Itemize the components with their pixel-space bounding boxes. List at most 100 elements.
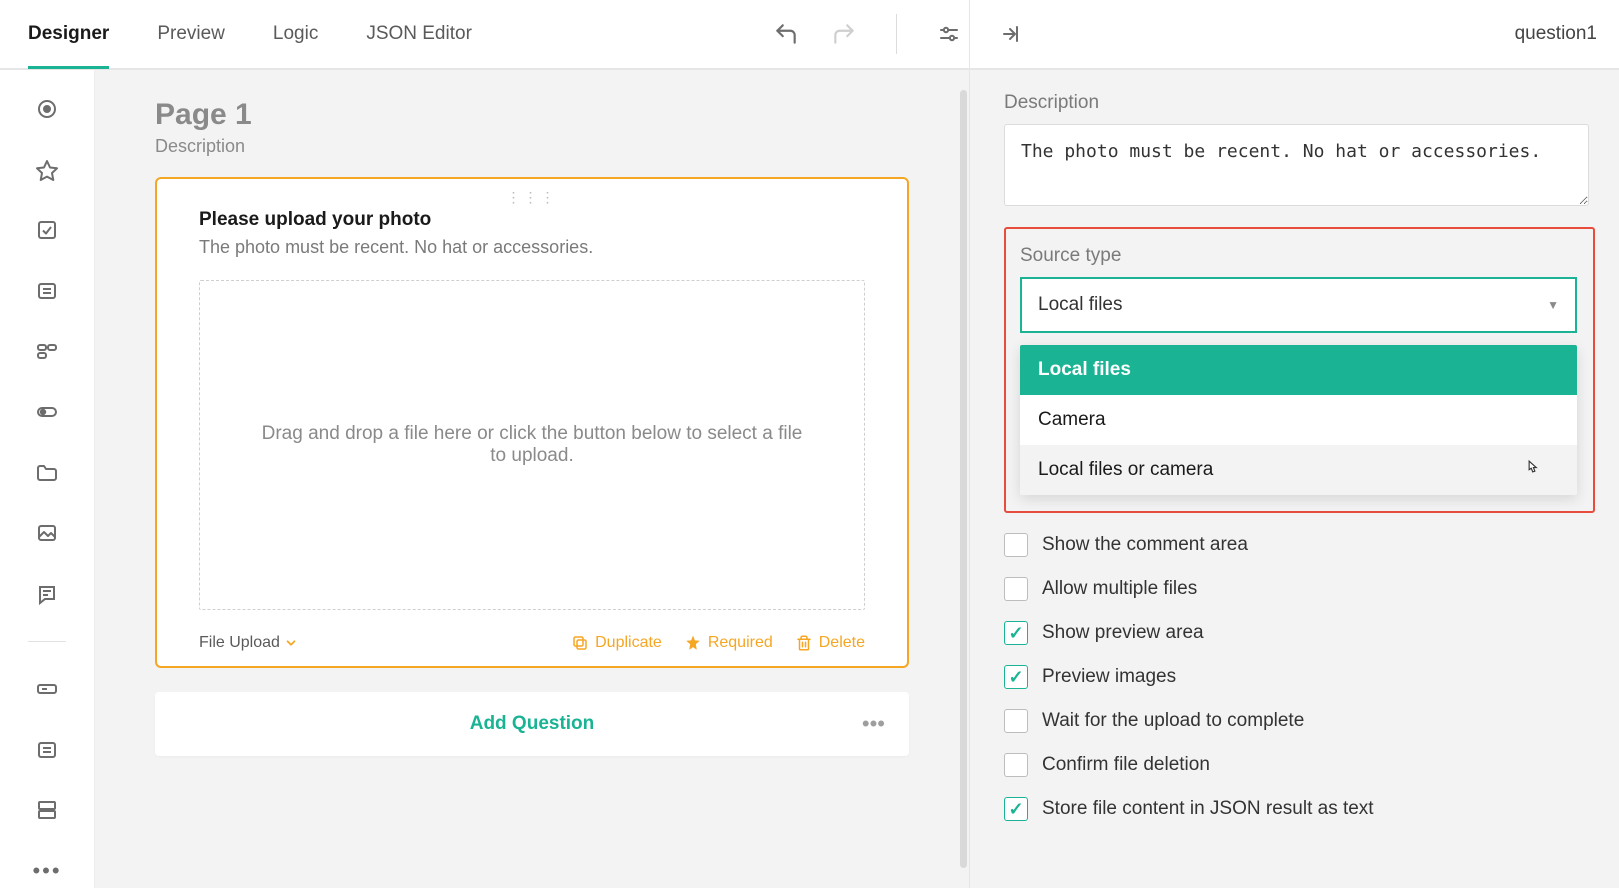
- top-actions: [766, 14, 969, 54]
- add-question-label: Add Question: [470, 713, 595, 735]
- option-local-or-camera-label: Local files or camera: [1038, 459, 1213, 480]
- checkbox[interactable]: [1004, 665, 1028, 689]
- tool-comment[interactable]: [27, 576, 67, 611]
- checkbox-list: Show the comment area Allow multiple file…: [1004, 533, 1595, 821]
- checkbox-label: Confirm file deletion: [1042, 754, 1210, 776]
- folder-icon: [35, 461, 59, 485]
- delete-label: Delete: [819, 634, 865, 652]
- dropdown-icon: [35, 279, 59, 303]
- undo-icon: [773, 21, 799, 47]
- required-icon: [684, 634, 702, 652]
- checkbox-label: Allow multiple files: [1042, 578, 1197, 600]
- tab-json-editor[interactable]: JSON Editor: [366, 0, 472, 68]
- option-camera[interactable]: Camera: [1020, 395, 1577, 445]
- source-type-highlight: Source type ▼ Local files Camera Local f…: [1004, 227, 1595, 513]
- property-panel: Description Source type ▼ Local files Ca…: [969, 70, 1619, 888]
- checkbox-row[interactable]: Preview images: [1004, 665, 1595, 689]
- dropzone-text: Drag and drop a file here or click the b…: [260, 423, 804, 467]
- delete-button[interactable]: Delete: [795, 634, 865, 652]
- undo-button[interactable]: [766, 14, 806, 54]
- checkbox-row[interactable]: Allow multiple files: [1004, 577, 1595, 601]
- top-tabs: Designer Preview Logic JSON Editor: [0, 0, 472, 68]
- toolbox: •••: [0, 70, 95, 888]
- toolbox-separator: [28, 641, 66, 642]
- question-description[interactable]: The photo must be recent. No hat or acce…: [199, 237, 865, 258]
- checkbox[interactable]: [1004, 709, 1028, 733]
- radio-icon: [35, 97, 59, 121]
- multitext-icon: [35, 738, 59, 762]
- checkbox[interactable]: [1004, 533, 1028, 557]
- option-local-or-camera[interactable]: Local files or camera: [1020, 445, 1577, 495]
- tool-tagbox[interactable]: [27, 334, 67, 369]
- input-icon: [35, 679, 59, 699]
- collapse-panel-button[interactable]: [992, 14, 1032, 54]
- checkbox-row[interactable]: Show the comment area: [1004, 533, 1595, 557]
- tool-checkbox[interactable]: [27, 213, 67, 248]
- top-bar: Designer Preview Logic JSON Editor quest…: [0, 0, 1619, 70]
- question-type-selector[interactable]: File Upload: [199, 634, 298, 652]
- tool-panel[interactable]: [27, 793, 67, 828]
- tool-singleinput[interactable]: [27, 672, 67, 707]
- trash-icon: [795, 634, 813, 652]
- checkbox-row[interactable]: Show preview area: [1004, 621, 1595, 645]
- separator: [896, 14, 897, 54]
- question-title[interactable]: Please upload your photo: [199, 209, 865, 231]
- checkbox-label: Show preview area: [1042, 622, 1204, 644]
- checkbox[interactable]: [1004, 797, 1028, 821]
- designer-canvas[interactable]: Page 1 Description ⋮⋮⋮ Please upload you…: [95, 70, 969, 888]
- page-description[interactable]: Description: [155, 136, 909, 157]
- checkbox[interactable]: [1004, 621, 1028, 645]
- tab-logic[interactable]: Logic: [273, 0, 318, 68]
- sliders-icon: [937, 22, 961, 46]
- tab-designer[interactable]: Designer: [28, 1, 109, 69]
- description-field-label: Description: [1004, 92, 1595, 114]
- option-local-files[interactable]: Local files: [1020, 345, 1577, 395]
- source-type-dropdown: Local files Camera Local files or camera: [1020, 345, 1577, 495]
- collapse-icon: [1000, 22, 1024, 46]
- checkbox-row[interactable]: Confirm file deletion: [1004, 753, 1595, 777]
- image-icon: [35, 521, 59, 545]
- tool-multitext[interactable]: [27, 732, 67, 767]
- scrollbar[interactable]: [960, 90, 967, 868]
- comment-icon: [35, 582, 59, 606]
- source-type-select[interactable]: ▼: [1020, 277, 1577, 333]
- duplicate-icon: [571, 634, 589, 652]
- checkbox[interactable]: [1004, 577, 1028, 601]
- duplicate-button[interactable]: Duplicate: [571, 634, 662, 652]
- page-title[interactable]: Page 1: [155, 98, 909, 132]
- checkbox-label: Preview images: [1042, 666, 1176, 688]
- checkbox[interactable]: [1004, 753, 1028, 777]
- cursor-icon: [1523, 459, 1541, 484]
- checkbox-icon: [35, 218, 59, 242]
- tool-image[interactable]: [27, 516, 67, 551]
- checkbox-row[interactable]: Wait for the upload to complete: [1004, 709, 1595, 733]
- question-card[interactable]: ⋮⋮⋮ Please upload your photo The photo m…: [155, 177, 909, 668]
- file-dropzone[interactable]: Drag and drop a file here or click the b…: [199, 280, 865, 610]
- panel-header: question1: [969, 0, 1619, 68]
- checkbox-row[interactable]: Store file content in JSON result as tex…: [1004, 797, 1595, 821]
- toggle-icon: [34, 400, 60, 424]
- duplicate-label: Duplicate: [595, 634, 662, 652]
- source-type-label: Source type: [1020, 245, 1577, 267]
- required-toggle[interactable]: Required: [684, 634, 773, 652]
- tool-rating[interactable]: [27, 153, 67, 188]
- add-question-button[interactable]: Add Question •••: [155, 692, 909, 756]
- description-field[interactable]: [1004, 124, 1589, 206]
- add-question-more[interactable]: •••: [862, 711, 885, 737]
- panel-icon: [35, 798, 59, 822]
- tab-preview[interactable]: Preview: [157, 0, 225, 68]
- question-footer: File Upload Duplicate Required Delete: [199, 634, 865, 652]
- tool-more[interactable]: •••: [27, 853, 67, 888]
- checkbox-label: Store file content in JSON result as tex…: [1042, 798, 1374, 820]
- settings-button[interactable]: [929, 14, 969, 54]
- drag-handle-icon[interactable]: ⋮⋮⋮: [507, 189, 558, 206]
- source-type-input[interactable]: [1038, 294, 1547, 316]
- tool-boolean[interactable]: [27, 395, 67, 430]
- tool-file[interactable]: [27, 455, 67, 490]
- tool-dropdown[interactable]: [27, 274, 67, 309]
- required-label: Required: [708, 634, 773, 652]
- checkbox-label: Wait for the upload to complete: [1042, 710, 1304, 732]
- tool-radiogroup[interactable]: [27, 92, 67, 127]
- redo-button[interactable]: [824, 14, 864, 54]
- chevron-down-icon: ▼: [1547, 298, 1559, 312]
